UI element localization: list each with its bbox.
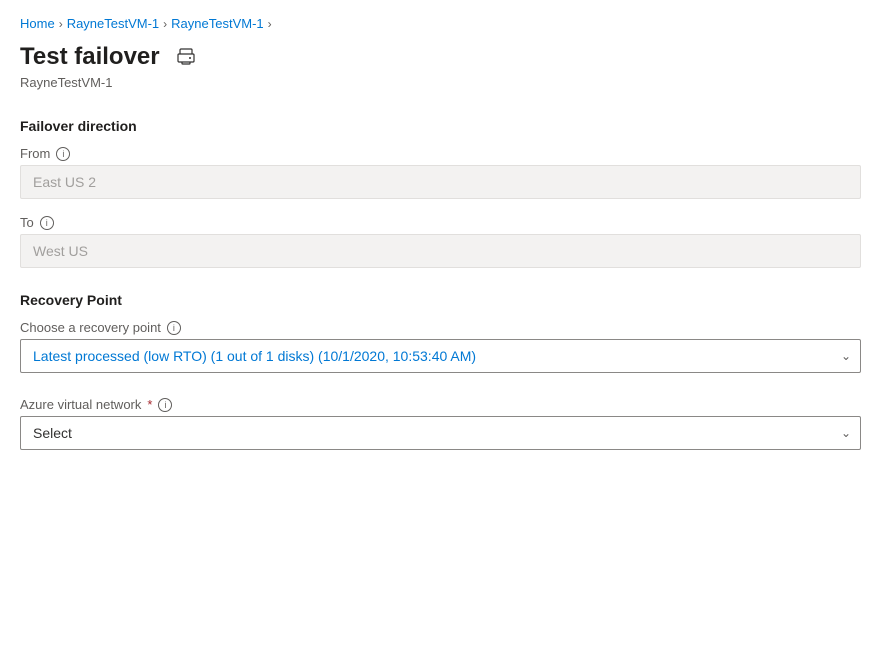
failover-direction-section: Failover direction From i East US 2 To i… [20, 118, 861, 268]
network-dropdown-wrapper: Select ⌄ [20, 416, 861, 450]
to-field-group: To i West US [20, 215, 861, 268]
page-header: Test failover [20, 43, 861, 71]
network-field-group: Azure virtual network * i Select ⌄ [20, 397, 861, 450]
to-label: To i [20, 215, 861, 230]
to-label-text: To [20, 215, 34, 230]
breadcrumb: Home › RayneTestVM-1 › RayneTestVM-1 › [20, 16, 861, 31]
recovery-point-dropdown[interactable]: Latest processed (low RTO) (1 out of 1 d… [20, 339, 861, 373]
breadcrumb-vm-1[interactable]: RayneTestVM-1 [67, 16, 159, 31]
recovery-point-dropdown-wrapper: Latest processed (low RTO) (1 out of 1 d… [20, 339, 861, 373]
recovery-point-label-text: Choose a recovery point [20, 320, 161, 335]
failover-direction-title: Failover direction [20, 118, 861, 134]
print-button[interactable] [172, 43, 200, 71]
recovery-point-field-group: Choose a recovery point i Latest process… [20, 320, 861, 373]
network-dropdown[interactable]: Select [20, 416, 861, 450]
from-label-text: From [20, 146, 50, 161]
network-label-text: Azure virtual network [20, 397, 141, 412]
breadcrumb-separator-1: › [59, 17, 63, 31]
breadcrumb-home[interactable]: Home [20, 16, 55, 31]
recovery-point-section: Recovery Point Choose a recovery point i… [20, 292, 861, 373]
recovery-point-title: Recovery Point [20, 292, 861, 308]
recovery-point-label: Choose a recovery point i [20, 320, 861, 335]
from-value: East US 2 [20, 165, 861, 199]
to-value: West US [20, 234, 861, 268]
from-field-group: From i East US 2 [20, 146, 861, 199]
network-required-star: * [147, 397, 152, 412]
from-label: From i [20, 146, 861, 161]
print-icon [177, 48, 195, 66]
network-label: Azure virtual network * i [20, 397, 861, 412]
to-info-icon[interactable]: i [40, 216, 54, 230]
page-title: Test failover [20, 43, 160, 71]
azure-virtual-network-section: Azure virtual network * i Select ⌄ [20, 397, 861, 450]
breadcrumb-separator-3: › [268, 17, 272, 31]
breadcrumb-vm-2[interactable]: RayneTestVM-1 [171, 16, 263, 31]
network-info-icon[interactable]: i [158, 398, 172, 412]
page-container: Home › RayneTestVM-1 › RayneTestVM-1 › T… [0, 0, 881, 490]
page-subtitle: RayneTestVM-1 [20, 75, 861, 90]
from-info-icon[interactable]: i [56, 147, 70, 161]
breadcrumb-separator-2: › [163, 17, 167, 31]
recovery-point-info-icon[interactable]: i [167, 321, 181, 335]
